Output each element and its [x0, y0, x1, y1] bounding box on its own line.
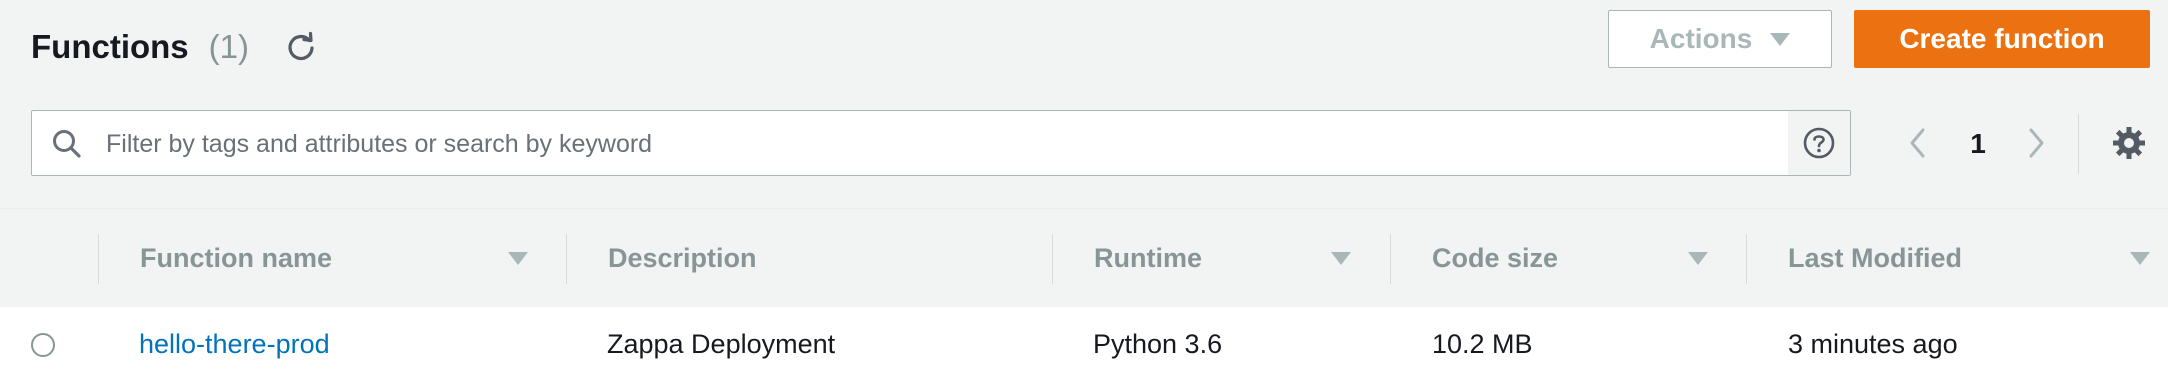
help-icon [1803, 127, 1835, 159]
chevron-left-icon [1910, 128, 1925, 158]
column-separator [566, 234, 567, 284]
column-header-description: Description [608, 243, 757, 273]
column-separator [1390, 234, 1391, 284]
create-function-button[interactable]: Create function [1854, 10, 2150, 68]
filter-input[interactable] [104, 113, 1788, 175]
refresh-button[interactable] [281, 27, 321, 67]
row-select-radio[interactable] [31, 333, 55, 357]
table-header: Function name Description Runtime Code s… [0, 208, 2168, 308]
filter-bar [31, 110, 1851, 176]
sort-caret-icon[interactable] [1688, 252, 1708, 265]
chevron-right-icon [2029, 128, 2044, 158]
sort-caret-icon[interactable] [1331, 252, 1351, 265]
next-page-button[interactable] [2016, 120, 2056, 166]
actions-label: Actions [1649, 23, 1753, 54]
column-header-runtime[interactable]: Runtime [1094, 209, 1202, 307]
table-row: hello-there-prod Zappa Deployment Python… [0, 307, 2168, 382]
column-header-code-size[interactable]: Code size [1432, 209, 1558, 307]
function-runtime: Python 3.6 [1093, 329, 1223, 359]
function-name-link[interactable]: hello-there-prod [139, 307, 330, 382]
function-last-modified: 3 minutes ago [1788, 329, 1958, 359]
current-page[interactable]: 1 [1960, 124, 1996, 164]
help-button[interactable] [1788, 111, 1850, 175]
page-title: Functions [31, 28, 189, 65]
sort-caret-icon[interactable] [508, 252, 528, 265]
column-separator [98, 234, 99, 284]
function-description: Zappa Deployment [607, 329, 836, 359]
refresh-icon [288, 31, 314, 61]
caret-down-icon [1770, 32, 1791, 46]
search-icon [53, 130, 81, 158]
function-code-size: 10.2 MB [1432, 329, 1533, 359]
column-header-function-name[interactable]: Function name [140, 209, 332, 307]
gear-icon [2113, 127, 2145, 159]
preferences-button[interactable] [2110, 124, 2148, 162]
actions-dropdown[interactable]: Actions [1608, 10, 1832, 68]
page-header: Functions (1) [31, 22, 321, 72]
function-count: (1) [208, 28, 249, 65]
column-separator [1746, 234, 1747, 284]
pager-divider [2078, 114, 2079, 174]
previous-page-button[interactable] [1898, 120, 1938, 166]
sort-caret-icon[interactable] [2130, 252, 2150, 265]
column-separator [1052, 234, 1053, 284]
column-header-last-modified[interactable]: Last Modified [1788, 209, 1962, 307]
